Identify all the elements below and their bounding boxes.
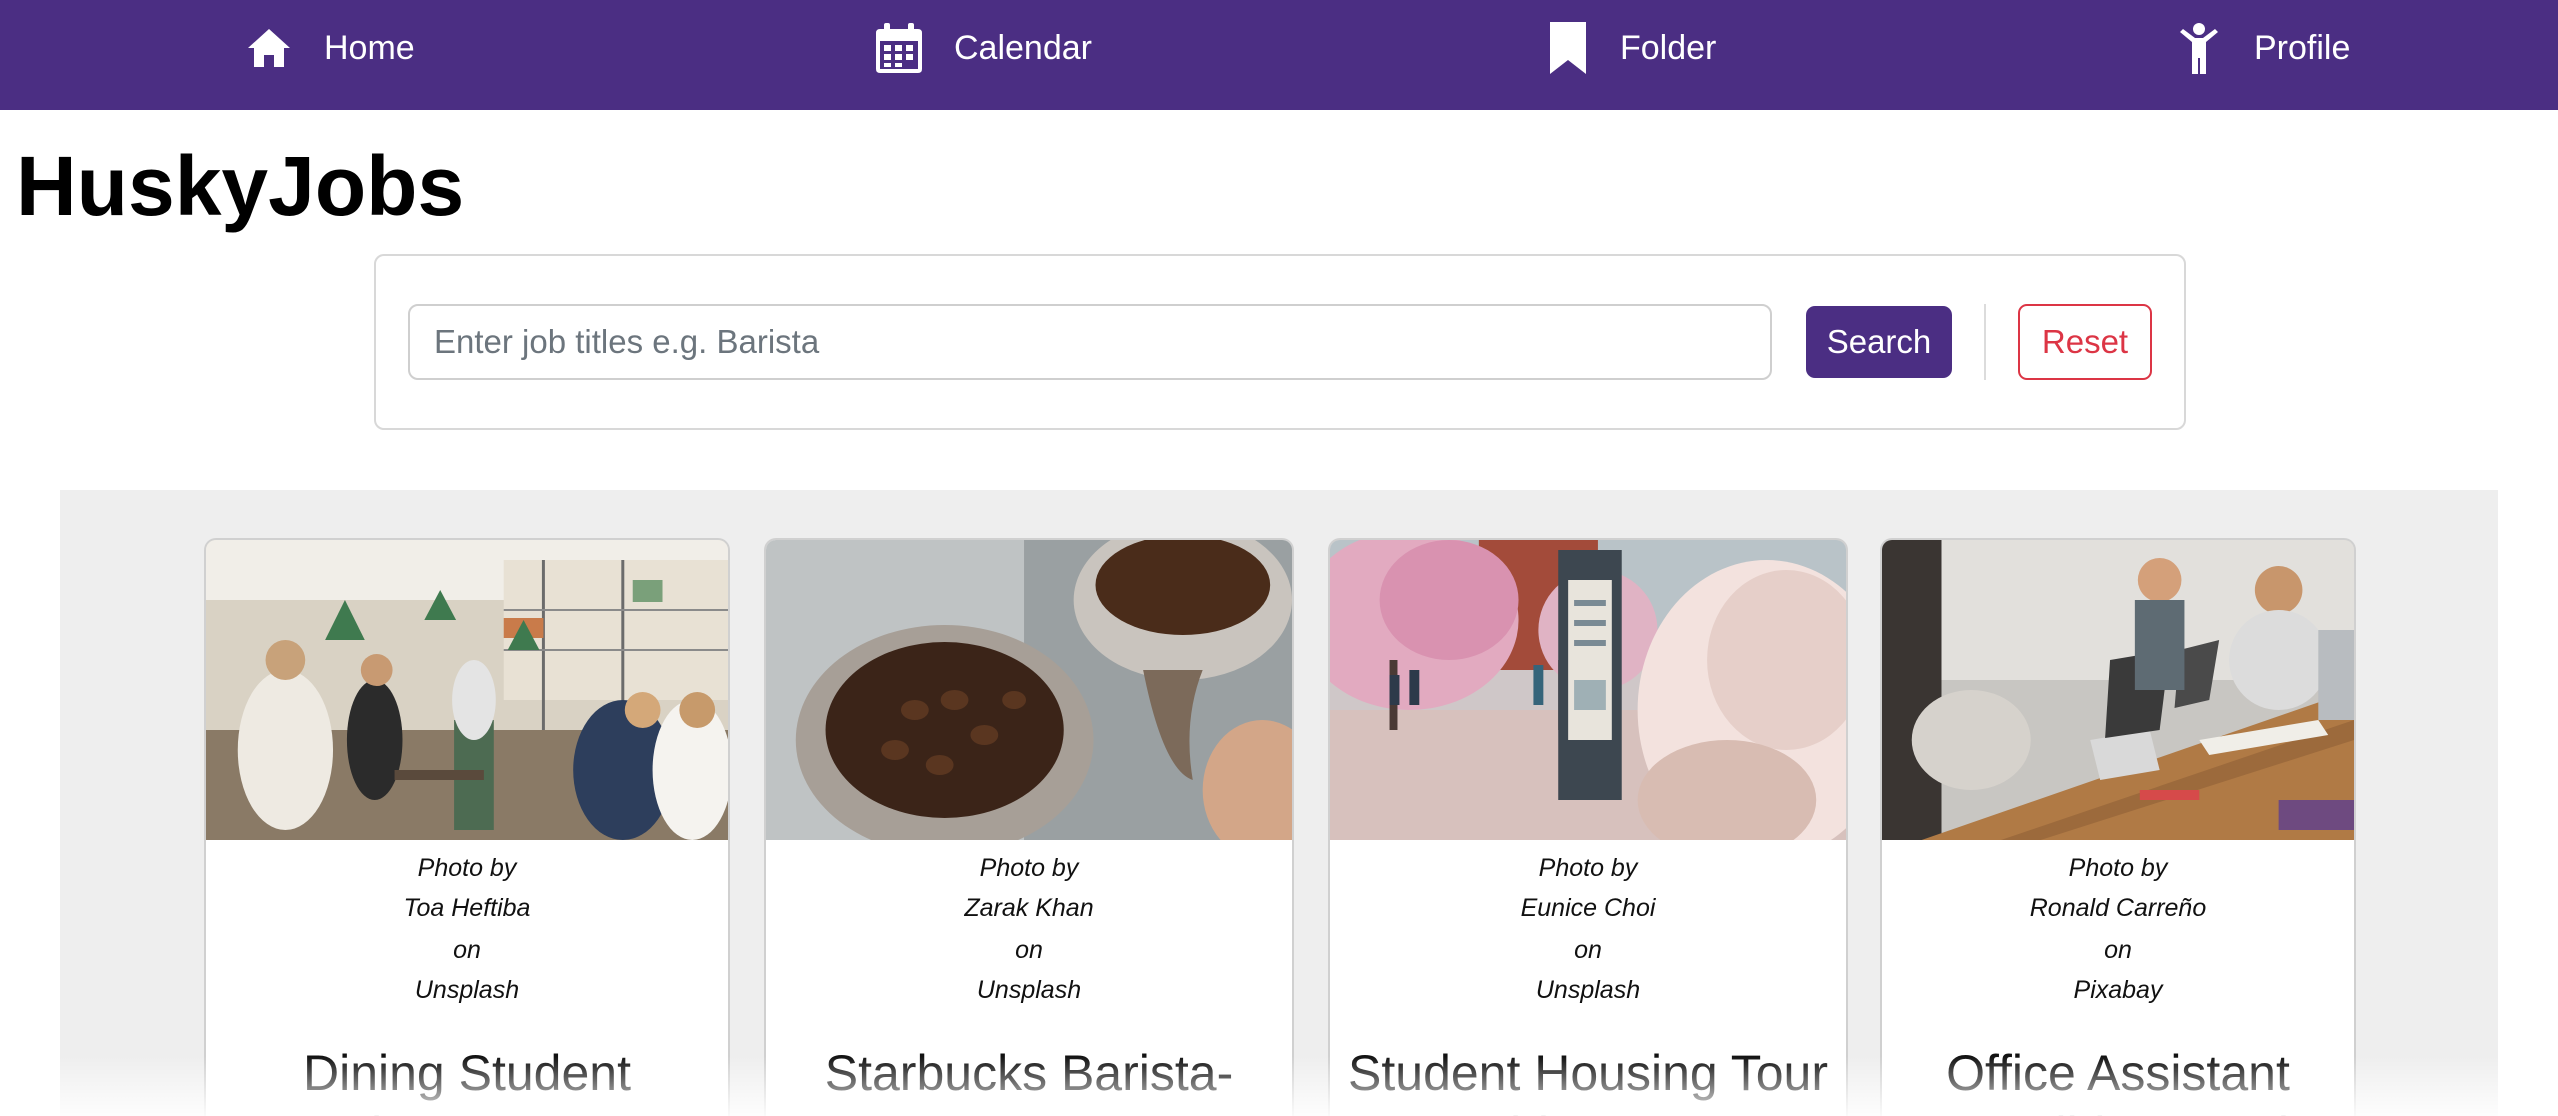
job-card[interactable]: Photo by Zarak Khan on Unsplash Starbuck… — [764, 538, 1294, 1116]
job-card-photo — [1330, 540, 1846, 840]
home-icon — [246, 27, 292, 69]
photo-credit-on: on — [453, 936, 481, 964]
job-card-title[interactable]: Student Housing Tour Guide - 1003 — [1330, 1042, 1846, 1116]
nav-home-link[interactable]: Home — [246, 0, 415, 96]
photo-credit-on: on — [1574, 936, 1602, 964]
job-card-photo — [1882, 540, 2354, 840]
nav-calendar-link[interactable]: Calendar — [876, 0, 1092, 96]
job-card[interactable]: Photo by Toa Heftiba on Unsplash Dining … — [204, 538, 730, 1116]
nav-home-label: Home — [324, 28, 415, 67]
job-card-title[interactable]: Starbucks Barista- 1002 — [766, 1042, 1292, 1116]
photo-source: Unsplash — [976, 976, 1082, 1004]
nav-calendar-label: Calendar — [954, 28, 1092, 67]
job-card[interactable]: Photo by Eunice Choi on Unsplash Student… — [1328, 538, 1848, 1116]
photo-source: Pixabay — [2073, 976, 2163, 1004]
nav-profile-label: Profile — [2254, 28, 2351, 67]
photo-credit-prefix: Photo by — [1538, 854, 1638, 882]
reset-button[interactable]: Reset — [2018, 304, 2152, 380]
photo-credit-on: on — [1015, 936, 1043, 964]
search-panel: Search Reset — [374, 254, 2186, 430]
photo-credit-on: on — [2104, 936, 2132, 964]
photo-credit-prefix: Photo by — [979, 854, 1079, 882]
photographer-name: Zarak Khan — [964, 894, 1094, 922]
job-card-title[interactable]: Office Assistant Candidate Pool — [1882, 1042, 2354, 1116]
job-card[interactable]: Photo by Ronald Carreño on Pixabay Offic… — [1880, 538, 2356, 1116]
photo-credit-prefix: Photo by — [417, 854, 517, 882]
job-card-photo — [766, 540, 1292, 840]
photo-source: Unsplash — [1535, 976, 1641, 1004]
app-title: HuskyJobs — [16, 139, 465, 233]
job-card-photo — [206, 540, 728, 840]
nav-folder-label: Folder — [1620, 28, 1717, 67]
search-divider — [1984, 304, 1986, 380]
photo-source: Unsplash — [414, 976, 520, 1004]
photographer-name: Eunice Choi — [1520, 894, 1656, 922]
photographer-name: Ronald Carreño — [2029, 894, 2207, 922]
bookmark-icon — [1548, 22, 1588, 74]
person-icon — [2176, 22, 2222, 74]
job-card-title[interactable]: Dining Student Assistant - 1001 — [206, 1042, 728, 1116]
calendar-icon — [876, 23, 922, 73]
nav-profile-link[interactable]: Profile — [2176, 0, 2350, 96]
photo-credit-prefix: Photo by — [2068, 854, 2168, 882]
top-navbar: Home Calendar Folder Profile — [0, 0, 2558, 110]
nav-folder-link[interactable]: Folder — [1548, 0, 1716, 96]
search-button[interactable]: Search — [1806, 306, 1952, 378]
photographer-name: Toa Heftiba — [403, 894, 531, 922]
search-input[interactable] — [408, 304, 1772, 380]
